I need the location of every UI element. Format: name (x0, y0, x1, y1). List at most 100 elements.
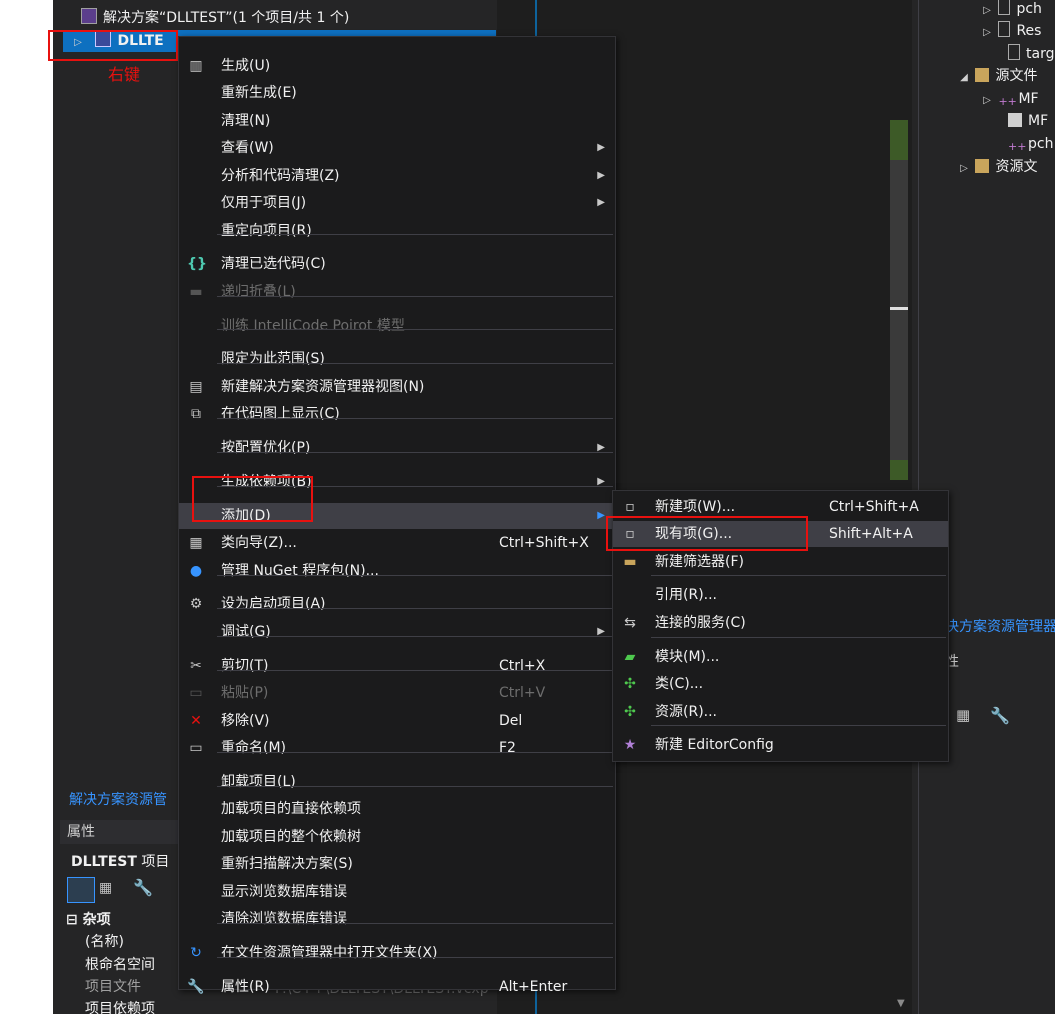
menu-item[interactable]: 重新扫描解决方案(S) (179, 851, 615, 877)
connected-service-icon: ⇆ (624, 615, 636, 631)
submenu-item[interactable]: ✣ 类(C)... (613, 671, 948, 697)
expand-arrow-icon[interactable]: ▷ (957, 158, 971, 180)
right-click-annotation: 右键 (108, 65, 141, 84)
menu-item-label: 限定为此范围(S) (221, 351, 325, 367)
menu-item[interactable]: ▦ 类向导(Z)... Ctrl+Shift+X (179, 530, 615, 556)
menu-item[interactable]: 🔧 属性(R) Alt+Enter (179, 974, 615, 1000)
prop-dependencies-row[interactable]: 项目依赖项 (60, 998, 203, 1020)
right-tree-item[interactable]: MF (1008, 110, 1048, 132)
menu-item[interactable]: ▥ 生成(U) (179, 53, 615, 79)
menu-item-label: 递归折叠(L) (221, 284, 296, 300)
code-map-icon: ⧉ (191, 406, 201, 422)
menu-item[interactable]: 清除浏览数据库错误 (179, 906, 615, 932)
menu-separator (217, 452, 613, 453)
submenu-item-label: 引用(R)... (655, 587, 718, 603)
submenu-item[interactable]: ▰ 模块(M)... (613, 644, 948, 670)
menu-separator (217, 575, 613, 576)
right-tree-folder[interactable]: ▷ 资源文 (957, 156, 1037, 178)
scroll-down-icon[interactable]: ▼ (897, 998, 905, 1009)
menu-item[interactable]: 仅用于项目(J) ▶ (179, 190, 615, 216)
menu-item[interactable]: 加载项目的直接依赖项 (179, 796, 615, 822)
folder-icon (975, 159, 990, 173)
menu-item[interactable]: ⚙ 设为启动项目(A) (179, 591, 615, 617)
menu-item[interactable]: 查看(W) ▶ (179, 135, 615, 161)
menu-item[interactable]: 清理(N) (179, 108, 615, 134)
right-tree-item[interactable]: ▷ ++ MF (980, 88, 1038, 112)
wrench-small-icon[interactable]: 🔧 (990, 706, 1014, 730)
menu-item[interactable]: 按配置优化(P) ▶ (179, 435, 615, 461)
submenu-item[interactable]: ★ 新建 EditorConfig (613, 732, 948, 758)
submenu-item-label: 新建 EditorConfig (655, 737, 774, 753)
submenu-arrow-icon: ▶ (597, 626, 605, 637)
new-view-icon: ▤ (189, 379, 203, 395)
menu-item[interactable]: ▭ 重命名(M) F2 (179, 735, 615, 761)
submenu-item[interactable]: ✣ 资源(R)... (613, 699, 948, 725)
menu-separator (217, 923, 613, 924)
submenu-item[interactable]: ⇆ 连接的服务(C) (613, 610, 948, 636)
menu-item[interactable]: 调试(G) ▶ (179, 619, 615, 645)
menu-item[interactable]: {} 清理已选代码(C) (179, 251, 615, 277)
right-tree-item[interactable]: ▷ pch (980, 0, 1042, 20)
menu-item[interactable]: 分析和代码清理(Z) ▶ (179, 163, 615, 189)
submenu-arrow-icon: ▶ (597, 142, 605, 153)
property-pages-icon[interactable]: ▦ (99, 880, 119, 898)
menu-item[interactable]: ▤ 新建解决方案资源管理器视图(N) (179, 374, 615, 400)
wrench-icon: 🔧 (187, 979, 205, 995)
gear-icon: ⚙ (189, 596, 203, 612)
expand-arrow-icon[interactable]: ▷ (980, 0, 994, 22)
cpp-file-icon: ++ (998, 95, 1017, 108)
menu-item[interactable]: 重新生成(E) (179, 80, 615, 106)
right-tree-item[interactable]: targ (1008, 43, 1054, 65)
menu-separator (651, 637, 946, 638)
wrench-small-icon[interactable]: 🔧 (133, 878, 153, 897)
expand-arrow-icon[interactable]: ▷ (980, 90, 994, 112)
menu-item[interactable]: ● 管理 NuGet 程序包(N)... (179, 558, 615, 584)
menu-item[interactable]: ⧉ 在代码图上显示(C) (179, 401, 615, 427)
menu-item[interactable]: 重定向项目(R) (179, 218, 615, 244)
menu-item-label: 在代码图上显示(C) (221, 406, 340, 422)
right-tree-label: MF (1028, 113, 1049, 129)
menu-item[interactable]: ✕ 移除(V) Del (179, 708, 615, 734)
properties-section[interactable]: ⊟ 杂项 (66, 909, 111, 929)
menu-item-shortcut: Del (499, 713, 523, 729)
menu-item-label: 重定向项目(R) (221, 223, 312, 239)
menu-separator (217, 670, 613, 671)
menu-item[interactable]: ✂ 剪切(T) Ctrl+X (179, 653, 615, 679)
collapse-arrow-icon[interactable]: ◢ (957, 67, 971, 89)
right-tree-item[interactable]: ++ pch (1008, 133, 1053, 155)
property-pages-icon[interactable]: ▦ (956, 706, 980, 730)
menu-item[interactable]: 显示浏览数据库错误 (179, 879, 615, 905)
menu-separator (217, 234, 613, 235)
right-solution-explorer-tab[interactable]: 决方案资源管理器 (945, 616, 1055, 636)
menu-item[interactable]: 限定为此范围(S) (179, 346, 615, 372)
dialog-file-icon (1008, 113, 1022, 127)
menu-item-label: 粘贴(P) (221, 685, 269, 701)
properties-object-name: DLLTEST (71, 854, 137, 870)
right-tree-item[interactable]: ▷ Res (980, 20, 1041, 42)
rename-icon: ▭ (189, 740, 203, 756)
highlight-box-add (192, 476, 313, 522)
scrollbar-track[interactable] (890, 160, 908, 460)
menu-separator (217, 608, 613, 609)
menu-item[interactable]: ↻ 在文件资源管理器中打开文件夹(X) (179, 940, 615, 966)
expand-arrow-icon[interactable]: ▷ (980, 22, 994, 44)
module-icon: ▰ (624, 649, 636, 665)
submenu-arrow-icon: ▶ (597, 170, 605, 181)
menu-item[interactable]: 加载项目的整个依赖树 (179, 824, 615, 850)
collapse-icon[interactable]: ⊟ (66, 912, 78, 928)
menu-separator (651, 575, 946, 576)
new-item-icon: ▫ (625, 499, 635, 515)
solution-explorer-tab[interactable]: 解决方案资源管 (69, 789, 167, 809)
solution-row[interactable]: 解决方案“DLLTEST”(1 个项目/共 1 个) (65, 7, 495, 29)
submenu-item-label: 连接的服务(C) (655, 615, 746, 631)
submenu-item[interactable]: ▬ 新建筛选器(F) (613, 549, 948, 575)
submenu-arrow-icon: ▶ (597, 510, 605, 521)
right-tree-folder[interactable]: ◢ 源文件 (957, 65, 1037, 87)
categorized-view-icon[interactable] (67, 877, 95, 903)
submenu-arrow-icon: ▶ (597, 197, 605, 208)
submenu-item[interactable]: 引用(R)... (613, 582, 948, 608)
menu-item[interactable]: 卸载项目(L) (179, 769, 615, 795)
submenu-item-shortcut: Shift+Alt+A (829, 526, 913, 542)
menu-item-label: 移除(V) (221, 713, 270, 729)
menu-separator (217, 418, 613, 419)
